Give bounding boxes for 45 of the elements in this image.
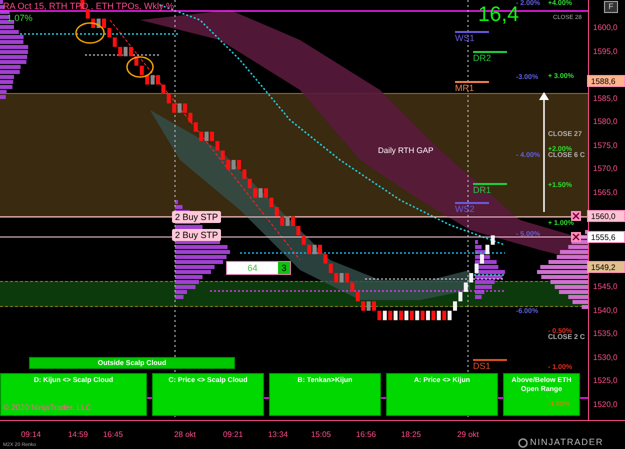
price-tick: 1525,0 [593, 376, 618, 386]
level-label: DR2 [473, 53, 492, 64]
price-tick: 1585,0 [593, 94, 618, 104]
brand-name: NINJATRADER [530, 436, 604, 449]
time-tick: 18:25 [400, 429, 422, 441]
time-tick: 14:59 [68, 429, 88, 441]
time-tick: 15:05 [310, 429, 332, 441]
counter-value: 64 [227, 262, 278, 274]
price-tick: 1530,0 [593, 352, 618, 363]
price-tick: 1570,0 [593, 164, 618, 174]
price-tick: 1545,0 [593, 282, 618, 292]
order-label[interactable]: 2 Buy STP [172, 211, 222, 223]
copyright-text: © 2020 NinjaTrader, LLC [3, 402, 92, 414]
price-tick: 1575,0 [593, 140, 618, 151]
price-marker: 1555,6 [587, 231, 625, 243]
brand-logo-icon [518, 438, 528, 448]
level-label: DR1 [473, 185, 492, 196]
price-tick: 1540,0 [593, 306, 618, 316]
time-tick: 29 okt [457, 429, 479, 441]
time-tick: 16:45 [102, 429, 124, 441]
level-label: WS2 [455, 204, 476, 215]
level-label: WS1 [455, 33, 476, 44]
price-tick: 1565,0 [593, 188, 618, 198]
price-marker: 1560,0 [587, 210, 625, 222]
time-tick: 16:56 [356, 429, 376, 441]
time-tick: 13:34 [268, 429, 288, 441]
close-icon[interactable] [571, 211, 581, 221]
level-label: DS1 [473, 361, 492, 372]
price-tick: 1535,0 [593, 329, 618, 340]
price-marker: 1549,2 [587, 261, 625, 273]
f-button[interactable]: F [604, 1, 618, 13]
price-marker: 1588,6 [587, 75, 625, 87]
gap-label: Daily RTH GAP [378, 145, 434, 157]
price-tick: 1600,0 [593, 23, 618, 33]
order-label[interactable]: 2 Buy STP [172, 229, 222, 241]
level-label: MR1 [455, 83, 476, 94]
counter-count: 3 [278, 262, 290, 274]
price-tick: 1595,0 [593, 46, 618, 57]
price-tick: 1580,0 [593, 117, 618, 128]
close-icon[interactable] [571, 232, 581, 242]
change-percent: 1,07% [7, 12, 33, 25]
price-tick: 1520,0 [593, 400, 618, 410]
time-tick: 28 okt [174, 429, 196, 441]
time-tick: 09:21 [222, 429, 244, 441]
time-tick: 09:14 [20, 429, 42, 441]
